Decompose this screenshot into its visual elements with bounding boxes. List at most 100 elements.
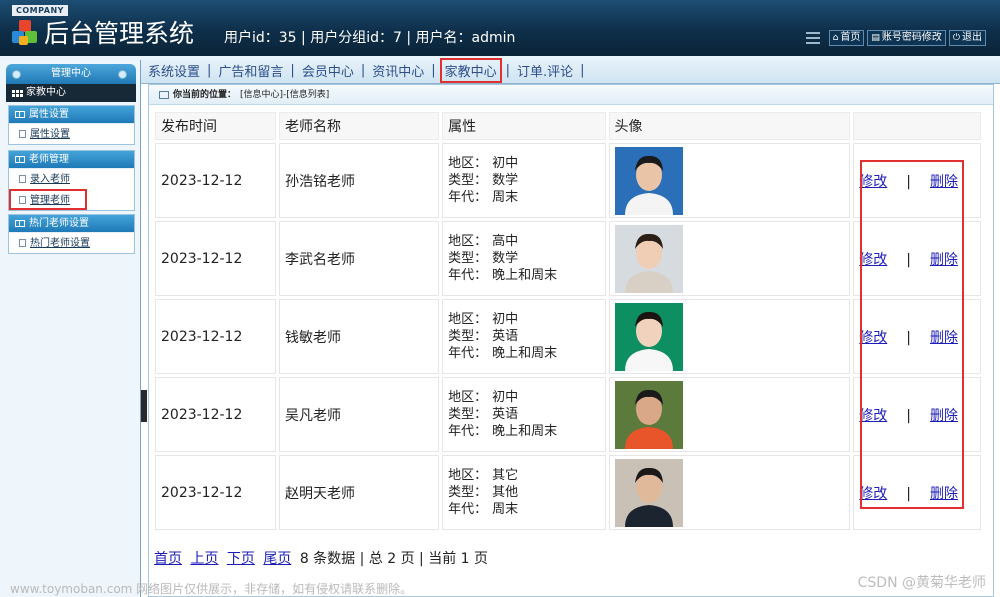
delete-link[interactable]: 删除: [930, 408, 958, 424]
attr-key: 年代：: [448, 190, 488, 205]
attr-key: 类型：: [448, 485, 488, 500]
sidebar-item-add-teacher[interactable]: 录入老师: [9, 168, 134, 189]
sidebar-item-attribute-settings[interactable]: 属性设置: [9, 123, 134, 144]
attr-value: 数学: [492, 173, 519, 188]
pager-next[interactable]: 下页: [227, 551, 255, 567]
document-icon: [19, 175, 26, 183]
attr-value: 周末: [492, 502, 519, 517]
attr-value: 数学: [492, 251, 519, 266]
attr-era: 年代： 晚上和周末: [448, 423, 604, 440]
menu-icon[interactable]: [805, 32, 820, 44]
attr-type: 类型： 数学: [448, 172, 604, 189]
attr-key: 地区：: [448, 234, 488, 249]
logout-button[interactable]: ⏻ 退出: [948, 30, 986, 46]
avatar: [614, 380, 683, 449]
column-header: 发布时间: [155, 112, 277, 140]
pager-last[interactable]: 尾页: [263, 551, 291, 567]
teacher-name-cell: 钱敏老师: [279, 299, 440, 374]
nav-separator: |: [431, 62, 436, 78]
attr-type: 类型： 其他: [448, 484, 604, 501]
sidebar-collapse-handle[interactable]: [141, 390, 147, 422]
action-separator: |: [906, 329, 911, 346]
sidebar-group-title: 属性设置: [29, 109, 69, 120]
attr-value: 晚上和周末: [492, 424, 558, 439]
table-row: 2023-12-12 吴凡老师 地区： 初中 类型： 英语 年代： 晚上和周末 修改 | 删除: [155, 377, 981, 452]
nav-item-system-settings[interactable]: 系统设置: [145, 61, 203, 80]
pager-prev[interactable]: 上页: [190, 551, 218, 567]
edit-link[interactable]: 修改: [859, 174, 887, 190]
attr-era: 年代： 周末: [448, 501, 604, 518]
sidebar-group-title: 热门老师设置: [29, 218, 89, 229]
sidebar-knob-icon: [12, 70, 21, 79]
sidebar-item-hot-teacher-settings[interactable]: 热门老师设置: [9, 232, 134, 253]
pager-first[interactable]: 首页: [154, 551, 182, 567]
publish-date-cell: 2023-12-12: [155, 455, 277, 530]
home-button[interactable]: ⌂ 首页: [828, 30, 865, 46]
sidebar-group-head[interactable]: 热门老师设置: [9, 215, 134, 232]
home-button-label: 首页: [840, 32, 861, 43]
table-row: 2023-12-12 赵明天老师 地区： 其它 类型： 其他 年代： 周末 修改 | 删除: [155, 455, 981, 530]
attr-key: 类型：: [448, 329, 488, 344]
avatar: [614, 458, 683, 527]
action-separator: |: [906, 485, 911, 502]
app-title: 后台管理系统: [44, 19, 195, 48]
actions-cell: 修改 | 删除: [853, 143, 981, 218]
change-password-label: 账号密码修改: [881, 32, 942, 43]
list-icon: [159, 90, 169, 99]
attr-key: 类型：: [448, 407, 488, 422]
attr-key: 年代：: [448, 502, 488, 517]
avatar-cell: [608, 377, 851, 452]
attributes-cell: 地区： 初中 类型： 数学 年代： 周末: [442, 143, 606, 218]
sidebar-group-head[interactable]: 老师管理: [9, 151, 134, 168]
nav-item-orders-comments[interactable]: 订单.评论: [514, 61, 576, 80]
book-icon: [15, 111, 25, 118]
delete-link[interactable]: 删除: [930, 330, 958, 346]
delete-link[interactable]: 删除: [930, 486, 958, 502]
pagination: 首页 上页 下页 尾页 8 条数据 | 总 2 页 | 当前 1 页: [154, 548, 488, 568]
sidebar-item-label: 录入老师: [30, 173, 70, 185]
delete-link[interactable]: 删除: [930, 174, 958, 190]
edit-link[interactable]: 修改: [859, 330, 887, 346]
sidebar-section-tutor-center[interactable]: 家教中心: [6, 84, 136, 102]
logo-icon: [12, 20, 38, 48]
delete-link[interactable]: 删除: [930, 252, 958, 268]
sidebar-group-head[interactable]: 属性设置: [9, 106, 134, 123]
attr-value: 初中: [492, 156, 519, 171]
teacher-name-cell: 李武名老师: [279, 221, 440, 296]
book-icon: [15, 220, 25, 227]
attr-key: 地区：: [448, 312, 488, 327]
teacher-name-cell: 吴凡老师: [279, 377, 440, 452]
attr-value: 初中: [492, 390, 519, 405]
attr-key: 类型：: [448, 173, 488, 188]
nav-item-member-center[interactable]: 会员中心: [299, 61, 357, 80]
sidebar-item-manage-teachers[interactable]: 管理老师: [9, 189, 87, 210]
top-actions: ⌂ 首页 ▤ 账号密码修改 ⏻ 退出: [805, 30, 986, 46]
teacher-name-cell: 孙浩铭老师: [279, 143, 440, 218]
actions-cell: 修改 | 删除: [853, 221, 981, 296]
column-header: 老师名称: [279, 112, 440, 140]
nav-separator: |: [207, 62, 212, 78]
nav-item-tutor-center[interactable]: 家教中心: [439, 57, 502, 83]
change-password-button[interactable]: ▤ 账号密码修改: [867, 30, 946, 46]
edit-link[interactable]: 修改: [859, 408, 887, 424]
edit-link[interactable]: 修改: [859, 486, 887, 502]
attr-value: 晚上和周末: [492, 346, 558, 361]
attr-era: 年代： 晚上和周末: [448, 267, 604, 284]
watermark-right: CSDN @黄菊华老师: [857, 575, 986, 591]
nav-item-ads-messages[interactable]: 广告和留言: [215, 61, 286, 80]
edit-link[interactable]: 修改: [859, 252, 887, 268]
attributes-cell: 地区： 高中 类型： 数学 年代： 晚上和周末: [442, 221, 606, 296]
table-row: 2023-12-12 孙浩铭老师 地区： 初中 类型： 数学 年代： 周末 修改 | 删除: [155, 143, 981, 218]
attr-key: 类型：: [448, 251, 488, 266]
attributes-cell: 地区： 其它 类型： 其他 年代： 周末: [442, 455, 606, 530]
main-content: 你当前的位置： [信息中心]-[信息列表] 发布时间 老师名称 属性 头像 20…: [148, 84, 994, 597]
attr-region: 地区： 初中: [448, 155, 604, 172]
table-row: 2023-12-12 李武名老师 地区： 高中 类型： 数学 年代： 晚上和周末 修改 | 删除: [155, 221, 981, 296]
nav-item-news-center[interactable]: 资讯中心: [369, 61, 427, 80]
sidebar-item-label: 管理老师: [30, 194, 70, 206]
grid-icon: [12, 89, 23, 97]
attr-key: 地区：: [448, 156, 488, 171]
actions-cell: 修改 | 删除: [853, 299, 981, 374]
attr-key: 地区：: [448, 468, 488, 483]
teacher-table: 发布时间 老师名称 属性 头像 2023-12-12 孙浩铭老师 地区： 初中 类型：数…: [152, 109, 984, 533]
